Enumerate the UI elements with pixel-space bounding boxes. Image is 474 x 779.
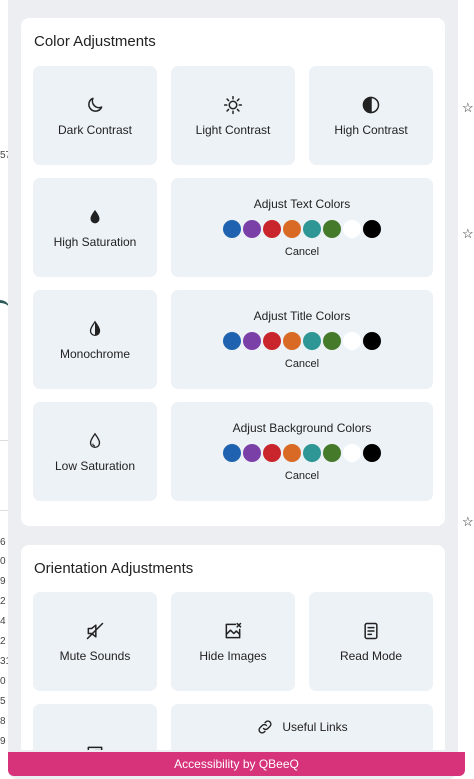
tile-label: Read Mode xyxy=(339,648,403,663)
orientation-adjustments-card: Orientation Adjustments Mute Sounds Hide… xyxy=(21,545,445,750)
color-swatch-purple[interactable] xyxy=(243,444,261,462)
adjust-background-colors-title: Adjust Background Colors xyxy=(232,421,372,435)
cancel-button[interactable]: Cancel xyxy=(285,358,319,370)
background-color-swatches xyxy=(223,444,381,462)
link-icon xyxy=(256,718,274,736)
bg-number: 8 xyxy=(0,716,6,727)
color-swatch-green[interactable] xyxy=(323,444,341,462)
color-swatch-green[interactable] xyxy=(323,332,341,350)
bg-number: 6 xyxy=(0,537,6,548)
color-swatch-green[interactable] xyxy=(323,220,341,238)
bg-number: 5 xyxy=(0,696,6,707)
color-adjustments-card: Color Adjustments Dark Contrast Light Co… xyxy=(21,18,445,526)
bg-star-icon: ☆ xyxy=(462,226,474,241)
color-swatch-purple[interactable] xyxy=(243,332,261,350)
color-swatch-blue[interactable] xyxy=(223,220,241,238)
tile-label: Mute Sounds xyxy=(59,648,131,663)
text-color-swatches xyxy=(223,220,381,238)
adjust-text-colors-panel: Adjust Text Colors Cancel xyxy=(171,178,433,277)
read-mode-icon xyxy=(361,621,381,641)
read-mode-button[interactable]: Read Mode xyxy=(309,592,433,691)
tile-label: High Saturation xyxy=(53,234,137,249)
adjust-title-colors-panel: Adjust Title Colors Cancel xyxy=(171,290,433,389)
color-swatch-red[interactable] xyxy=(263,332,281,350)
footer-branding[interactable]: Accessibility by QBeeQ xyxy=(8,752,465,776)
useful-links-label: Useful Links xyxy=(282,720,348,734)
adjust-background-colors-panel: Adjust Background Colors Cancel xyxy=(171,402,433,501)
bg-number: 4 xyxy=(0,616,6,627)
cancel-button[interactable]: Cancel xyxy=(285,246,319,258)
drop-filled-icon xyxy=(86,207,104,227)
cursor-button[interactable] xyxy=(33,704,157,750)
card-title: Orientation Adjustments xyxy=(34,560,194,577)
color-swatch-red[interactable] xyxy=(263,444,281,462)
high-saturation-button[interactable]: High Saturation xyxy=(33,178,157,277)
color-swatch-black[interactable] xyxy=(363,220,381,238)
useful-links-header: Useful Links xyxy=(256,718,348,736)
tile-label: Dark Contrast xyxy=(57,122,133,137)
color-swatch-teal[interactable] xyxy=(303,444,321,462)
dark-contrast-button[interactable]: Dark Contrast xyxy=(33,66,157,165)
color-swatch-blue[interactable] xyxy=(223,332,241,350)
drop-outline-icon xyxy=(86,431,104,451)
mute-icon xyxy=(85,621,105,641)
color-swatch-teal[interactable] xyxy=(303,220,321,238)
hide-image-icon xyxy=(223,621,243,641)
useful-links-panel[interactable]: Useful Links xyxy=(171,704,433,750)
high-contrast-button[interactable]: High Contrast xyxy=(309,66,433,165)
accessibility-panel: Color Adjustments Dark Contrast Light Co… xyxy=(8,0,458,779)
bg-number: 2 xyxy=(0,596,6,607)
light-contrast-button[interactable]: Light Contrast xyxy=(171,66,295,165)
card-title: Color Adjustments xyxy=(34,33,156,50)
color-swatch-orange[interactable] xyxy=(283,220,301,238)
hide-images-button[interactable]: Hide Images xyxy=(171,592,295,691)
tile-label: Monochrome xyxy=(59,346,131,361)
moon-icon xyxy=(85,95,105,115)
tile-label: High Contrast xyxy=(334,122,408,137)
color-swatch-purple[interactable] xyxy=(243,220,261,238)
bg-number: 2 xyxy=(0,636,6,647)
adjust-text-colors-title: Adjust Text Colors xyxy=(253,197,351,211)
mute-sounds-button[interactable]: Mute Sounds xyxy=(33,592,157,691)
tile-label: Hide Images xyxy=(199,648,267,663)
bg-number: 9 xyxy=(0,736,6,747)
drop-half-icon xyxy=(86,319,104,339)
adjust-title-colors-title: Adjust Title Colors xyxy=(253,309,351,323)
cancel-button[interactable]: Cancel xyxy=(285,470,319,482)
bg-number: 0 xyxy=(0,556,6,567)
panel-scroll-area[interactable]: Color Adjustments Dark Contrast Light Co… xyxy=(8,0,458,750)
bg-number: 0 xyxy=(0,676,6,687)
color-swatch-black[interactable] xyxy=(363,332,381,350)
tile-label: Light Contrast xyxy=(195,122,271,137)
bg-star-icon: ☆ xyxy=(462,514,474,529)
color-swatch-black[interactable] xyxy=(363,444,381,462)
sun-icon xyxy=(223,95,243,115)
color-swatch-blue[interactable] xyxy=(223,444,241,462)
color-swatch-white[interactable] xyxy=(343,444,361,462)
title-color-swatches xyxy=(223,332,381,350)
bg-star-icon: ☆ xyxy=(462,100,474,115)
color-swatch-teal[interactable] xyxy=(303,332,321,350)
contrast-icon xyxy=(361,95,381,115)
tile-label: Low Saturation xyxy=(54,458,136,473)
color-swatch-orange[interactable] xyxy=(283,444,301,462)
color-swatch-white[interactable] xyxy=(343,220,361,238)
color-swatch-orange[interactable] xyxy=(283,332,301,350)
bg-number: 9 xyxy=(0,576,6,587)
low-saturation-button[interactable]: Low Saturation xyxy=(33,402,157,501)
color-swatch-white[interactable] xyxy=(343,332,361,350)
color-swatch-red[interactable] xyxy=(263,220,281,238)
monochrome-button[interactable]: Monochrome xyxy=(33,290,157,389)
cursor-icon xyxy=(85,744,105,750)
